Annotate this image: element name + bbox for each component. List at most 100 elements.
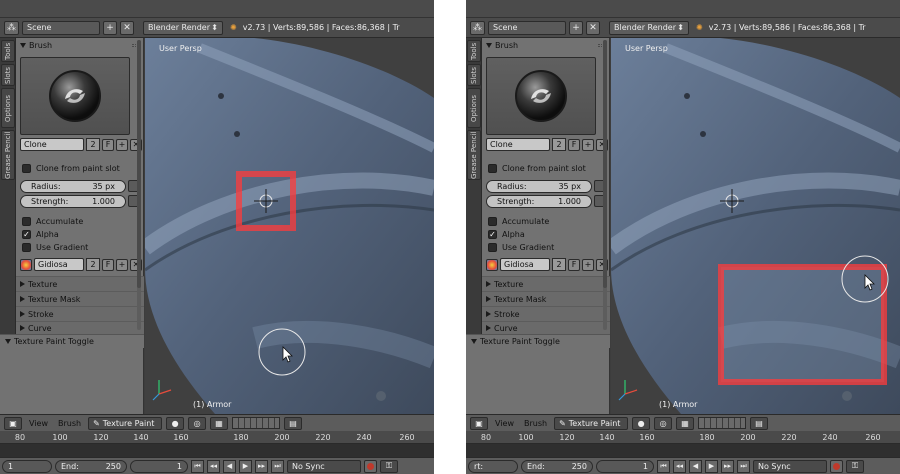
3d-viewport[interactable]: User Persp (1) Armor [145,38,434,414]
jump-end-icon[interactable]: ⏭ [737,459,750,473]
jump-end-icon[interactable]: ⏭ [271,459,284,473]
texture-paint-toggle-header[interactable]: Texture Paint Toggle [0,334,144,348]
play-icon[interactable]: ▶ [705,459,718,473]
scene-field[interactable]: Scene [22,20,100,35]
jump-start-icon[interactable]: ⏮ [191,459,204,473]
pivot-dropdown[interactable]: ◎ [188,416,207,430]
texture-panel-header[interactable]: Texture [482,276,610,291]
strength-slider[interactable]: Strength: 1.000 [20,195,126,208]
editor-type-icon[interactable]: ▣ [4,416,22,430]
tab-tools[interactable]: Tools [1,40,15,62]
shelf-scrollbar[interactable] [603,40,607,330]
shelf-scrollbar[interactable] [137,40,141,330]
render-engine-dropdown[interactable]: Blender Render ⬍ [609,20,689,35]
brush-preview[interactable] [486,57,596,135]
view-menu[interactable]: View [492,419,517,428]
palette-name-field[interactable]: Gidiosa [34,258,84,271]
scrollbar-thumb[interactable] [137,40,141,288]
texture-panel-header[interactable]: Texture [16,276,144,291]
curve-panel-header[interactable]: Curve [482,321,610,334]
scene-icon[interactable]: ⁂ [470,20,485,35]
use-gradient-row[interactable]: Use Gradient [488,241,554,253]
tab-tools[interactable]: Tools [467,40,481,62]
shading-dropdown[interactable]: ● [166,416,185,430]
shading-dropdown[interactable]: ● [632,416,651,430]
add-scene-button[interactable]: + [569,20,583,35]
current-frame-field[interactable]: 1 [596,459,654,473]
palette-fake-user-button[interactable]: F [568,258,580,271]
keying-icon[interactable]: ⚿ [846,459,864,473]
alpha-row[interactable]: ✓ Alpha [22,228,59,240]
stroke-panel-header[interactable]: Stroke [482,306,610,321]
palette-users-count[interactable]: 2 [86,258,100,271]
end-frame-field[interactable]: End: 250 [55,459,127,473]
texture-mask-panel-header[interactable]: Texture Mask [16,291,144,306]
use-gradient-row[interactable]: Use Gradient [22,241,88,253]
fake-user-button[interactable]: F [568,138,580,151]
palette-icon[interactable] [20,258,32,271]
palette-fake-user-button[interactable]: F [102,258,114,271]
keying-icon[interactable]: ⚿ [380,459,398,473]
current-frame-field[interactable]: 1 [130,459,188,473]
render-engine-dropdown[interactable]: Blender Render ⬍ [143,20,223,35]
layer-buttons[interactable] [232,417,281,429]
3d-viewport[interactable]: User Persp (1) Armor [611,38,900,414]
tab-options[interactable]: Options [1,88,15,128]
use-gradient-checkbox[interactable] [488,242,497,252]
start-frame-field[interactable]: rt: [468,459,518,473]
alpha-checkbox[interactable]: ✓ [488,229,497,239]
play-reverse-icon[interactable]: ◀ [223,459,236,473]
mode-dropdown[interactable]: ✎ Texture Paint [88,416,163,430]
tab-grease-pencil[interactable]: Grease Pencil [467,130,481,180]
add-scene-button[interactable]: + [103,20,117,35]
fake-user-button[interactable]: F [102,138,114,151]
add-brush-button[interactable]: + [116,138,128,151]
mode-dropdown[interactable]: ✎ Texture Paint [554,416,629,430]
alpha-row[interactable]: ✓ Alpha [488,228,525,240]
sync-dropdown[interactable]: No Sync [753,459,827,473]
palette-users-count[interactable]: 2 [552,258,566,271]
accumulate-checkbox[interactable] [488,216,497,226]
clone-from-slot-checkbox[interactable] [488,163,497,173]
scene-icon[interactable]: ⁂ [4,20,19,35]
use-gradient-checkbox[interactable] [22,242,31,252]
brush-name-field[interactable]: Clone [486,138,550,151]
remove-scene-button[interactable]: ✕ [120,20,134,35]
curve-panel-header[interactable]: Curve [16,321,144,334]
texture-paint-toggle-header[interactable]: Texture Paint Toggle [466,334,610,348]
layer-buttons[interactable] [698,417,747,429]
add-palette-button[interactable]: + [116,258,128,271]
brush-users-count[interactable]: 2 [86,138,100,151]
accumulate-row[interactable]: Accumulate [22,215,83,227]
clone-from-slot-row[interactable]: Clone from paint slot [22,162,120,174]
record-icon[interactable] [830,459,843,473]
sync-dropdown[interactable]: No Sync [287,459,361,473]
brush-menu[interactable]: Brush [55,419,84,428]
scrollbar-thumb[interactable] [603,40,607,288]
render-preview-icon[interactable]: ▤ [750,416,769,430]
face-mask-toggle[interactable]: ▦ [676,416,695,430]
render-preview-icon[interactable]: ▤ [284,416,303,430]
texture-mask-panel-header[interactable]: Texture Mask [482,291,610,306]
start-frame-field[interactable]: 1 [2,459,52,473]
end-frame-field[interactable]: End: 250 [521,459,593,473]
clone-from-slot-row[interactable]: Clone from paint slot [488,162,586,174]
remove-scene-button[interactable]: ✕ [586,20,600,35]
add-brush-button[interactable]: + [582,138,594,151]
prev-keyframe-icon[interactable]: ◂◂ [673,459,686,473]
brush-menu[interactable]: Brush [521,419,550,428]
timeline[interactable]: 80 100 120 140 160 180 200 220 240 260 [0,431,434,457]
palette-icon[interactable] [486,258,498,271]
record-icon[interactable] [364,459,377,473]
strength-slider[interactable]: Strength: 1.000 [486,195,592,208]
brush-panel-header[interactable]: Brush [482,38,610,53]
brush-panel-header[interactable]: Brush [16,38,144,53]
radius-slider[interactable]: Radius: 35 px [486,180,592,193]
tab-grease-pencil[interactable]: Grease Pencil [1,130,15,180]
timeline[interactable]: 80 100 120 140 160 180 200 220 240 260 [466,431,900,457]
accumulate-checkbox[interactable] [22,216,31,226]
scene-field[interactable]: Scene [488,20,566,35]
pivot-dropdown[interactable]: ◎ [654,416,673,430]
prev-keyframe-icon[interactable]: ◂◂ [207,459,220,473]
brush-users-count[interactable]: 2 [552,138,566,151]
